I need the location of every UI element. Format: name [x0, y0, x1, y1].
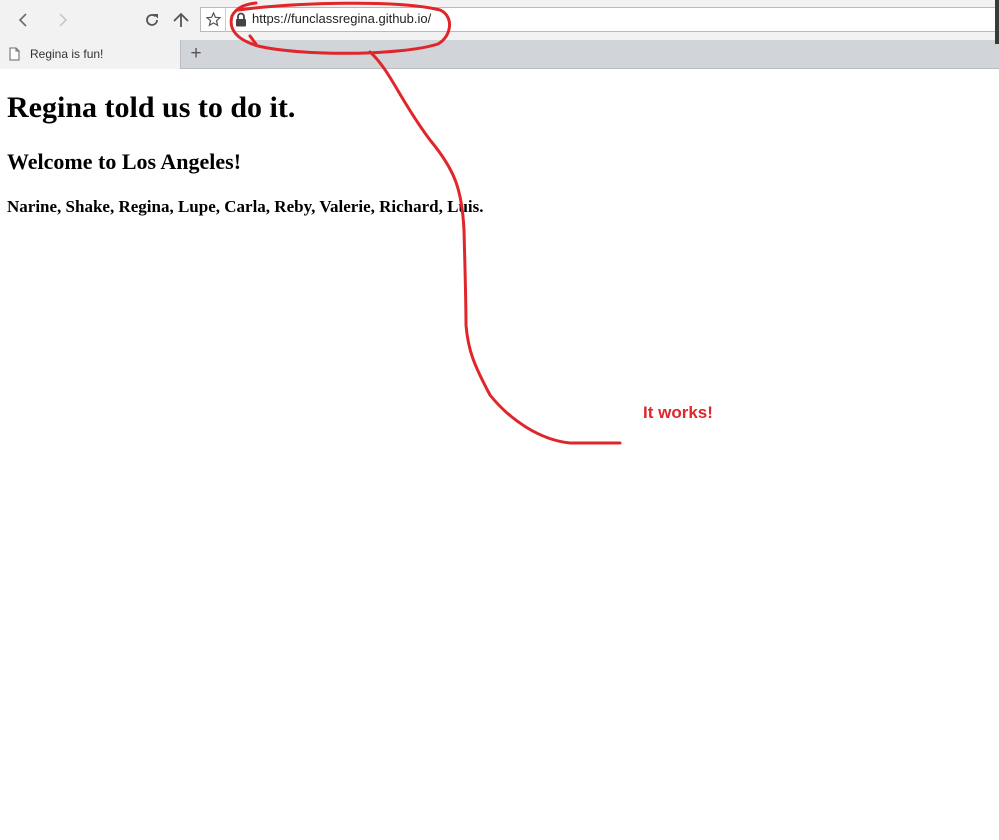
address-bar[interactable]: https://funclassregina.github.io/ [200, 7, 999, 32]
lock-icon [236, 12, 246, 27]
forward-arrow-icon [59, 13, 68, 27]
forward-button[interactable] [50, 8, 74, 32]
web-page: Regina told us to do it. Welcome to Los … [0, 69, 999, 840]
page-subheading: Welcome to Los Angeles! [7, 149, 242, 174]
reload-button[interactable] [140, 8, 164, 32]
back-arrow-icon [18, 13, 27, 27]
new-tab-button[interactable]: + [186, 44, 206, 64]
star-icon [205, 12, 221, 27]
page-icon [9, 47, 20, 61]
tab-strip: Regina is fun! + [0, 40, 999, 69]
home-icon [173, 12, 189, 27]
url-text[interactable]: https://funclassregina.github.io/ [252, 11, 431, 26]
tab-title: Regina is fun! [30, 47, 104, 61]
names-list: Narine, Shake, Regina, Lupe, Carla, Reby… [7, 197, 484, 216]
page-heading: Regina told us to do it. [7, 91, 296, 124]
bookmark-button[interactable] [201, 8, 226, 31]
reload-icon [146, 14, 158, 26]
tab-regina-is-fun[interactable]: Regina is fun! [0, 40, 181, 69]
browser-toolbar: https://funclassregina.github.io/ [0, 0, 999, 40]
home-button[interactable] [169, 8, 193, 32]
window-edge [995, 0, 999, 44]
annotation-note: It works! [643, 403, 713, 422]
back-button[interactable] [12, 8, 36, 32]
